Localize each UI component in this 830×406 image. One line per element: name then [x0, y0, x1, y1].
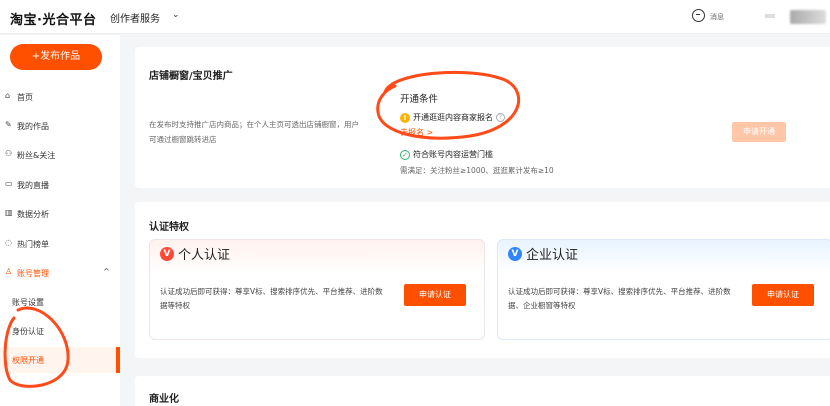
condition-text: 开通逛逛内容商家报名	[413, 113, 493, 122]
chart-icon: ▥	[5, 208, 13, 217]
sidebar-subitem-account-settings[interactable]: 账号设置	[0, 292, 120, 312]
commerce-card: 商业化	[135, 376, 830, 406]
service-selector[interactable]: 创作者服务	[110, 10, 160, 25]
personal-cert-panel: V 个人认证 认证成功后即可获得：尊享V标、搜索排序优先、平台推荐、进阶数据等特权…	[149, 239, 485, 340]
condition-content-threshold: ✓ 符合账号内容运营门槛	[400, 149, 493, 160]
sidebar-item-hot[interactable]: ◌ 热门榜单	[0, 234, 120, 254]
hot-icon: ◌	[5, 238, 12, 247]
fans-icon: ⚇	[5, 149, 13, 158]
store-promo-description: 在发布时支持推广店内商品；在个人主页可透出店铺橱窗，用户可通过橱窗跳转进店	[149, 120, 359, 144]
chevron-up-icon: ^	[103, 267, 110, 276]
user-name-blurred[interactable]	[790, 10, 826, 24]
message-label[interactable]: 消息	[710, 12, 724, 22]
platform-logo[interactable]: 淘宝·光合平台	[10, 9, 96, 28]
warning-icon: !	[400, 112, 410, 123]
sidebar-item-label: 粉丝&关注	[17, 151, 56, 160]
sidebar-item-label: 我的直播	[17, 181, 49, 190]
commerce-title: 商业化	[149, 394, 179, 405]
sidebar-item-live[interactable]: ▭ 我的直播	[0, 175, 120, 195]
enterprise-cert-description: 认证成功后即可获得：尊享V标、搜索排序优先、平台推荐、进阶数据、企业橱窗等特权	[508, 287, 731, 310]
v-badge-icon: V	[508, 246, 522, 261]
avatar[interactable]	[765, 14, 775, 18]
sidebar: +发布作品 ⌂ 首页 ✎ 我的作品 ⚇ 粉丝&关注 ▭ 我的直播 ▥ 数据分析 …	[0, 35, 120, 406]
enterprise-apply-button[interactable]: 申请认证	[752, 284, 814, 306]
sidebar-item-label: 首页	[17, 93, 33, 102]
condition-text: 符合账号内容运营门槛	[413, 150, 493, 159]
home-icon: ⌂	[5, 91, 11, 100]
requirement-text: 需满足：关注粉丝≥1000、逛逛累计发布≥10	[400, 166, 554, 175]
sidebar-item-label: 数据分析	[17, 210, 49, 219]
sidebar-item-analytics[interactable]: ▥ 数据分析	[0, 204, 120, 224]
edit-icon: ✎	[5, 120, 12, 129]
v-badge-icon: V	[160, 246, 174, 261]
sidebar-subitem-identity[interactable]: 身份认证	[0, 321, 120, 341]
personal-cert-header: V 个人认证	[160, 244, 230, 266]
publish-button[interactable]: +发布作品	[10, 44, 102, 70]
chevron-down-icon[interactable]: ⌄	[172, 10, 180, 20]
sidebar-item-label: 权限开通	[12, 356, 44, 365]
sidebar-item-fans[interactable]: ⚇ 粉丝&关注	[0, 145, 120, 165]
condition-merchant-signup: ! 开通逛逛内容商家报名?	[400, 112, 505, 123]
condition-title: 开通条件	[400, 94, 439, 105]
signup-link[interactable]: 去报名 >	[400, 127, 433, 138]
sidebar-item-label: 热门榜单	[17, 240, 49, 249]
selected-indicator	[116, 347, 120, 373]
help-icon[interactable]: ?	[496, 113, 505, 122]
store-promo-card: 店铺橱窗/宝贝推广 在发布时支持推广店内商品；在个人主页可透出店铺橱窗，用户可通…	[135, 47, 830, 188]
message-icon[interactable]	[692, 9, 705, 22]
enterprise-cert-name: 企业认证	[526, 248, 579, 263]
sidebar-item-label: 身份认证	[12, 327, 44, 336]
store-promo-title: 店铺橱窗/宝贝推广	[149, 71, 233, 82]
personal-apply-button[interactable]: 申请认证	[404, 284, 466, 306]
sidebar-subitem-permissions[interactable]: 权限开通	[0, 347, 120, 373]
sidebar-item-works[interactable]: ✎ 我的作品	[0, 116, 120, 136]
sidebar-item-label: 我的作品	[17, 122, 49, 131]
sidebar-item-label: 账号设置	[12, 298, 44, 307]
certification-card: 认证特权 V 个人认证 认证成功后即可获得：尊享V标、搜索排序优先、平台推荐、进阶…	[135, 202, 830, 358]
sidebar-item-account[interactable]: ♙ 账号管理 ^	[0, 263, 120, 283]
check-circle-icon: ✓	[400, 149, 410, 160]
apply-open-button[interactable]: 申请开通	[732, 122, 786, 142]
user-icon: ♙	[5, 267, 13, 276]
top-bar: 淘宝·光合平台 创作者服务 ⌄ 消息	[0, 0, 830, 34]
enterprise-cert-panel: V 企业认证 认证成功后即可获得：尊享V标、搜索排序优先、平台推荐、进阶数据、企业…	[497, 239, 830, 340]
sidebar-item-home[interactable]: ⌂ 首页	[0, 87, 120, 107]
personal-cert-name: 个人认证	[178, 248, 231, 263]
enterprise-cert-header: V 企业认证	[508, 244, 578, 266]
live-icon: ▭	[5, 179, 13, 188]
sidebar-item-label: 账号管理	[17, 269, 49, 278]
certification-title: 认证特权	[149, 222, 189, 233]
personal-cert-description: 认证成功后即可获得：尊享V标、搜索排序优先、平台推荐、进阶数据等特权	[160, 287, 383, 310]
